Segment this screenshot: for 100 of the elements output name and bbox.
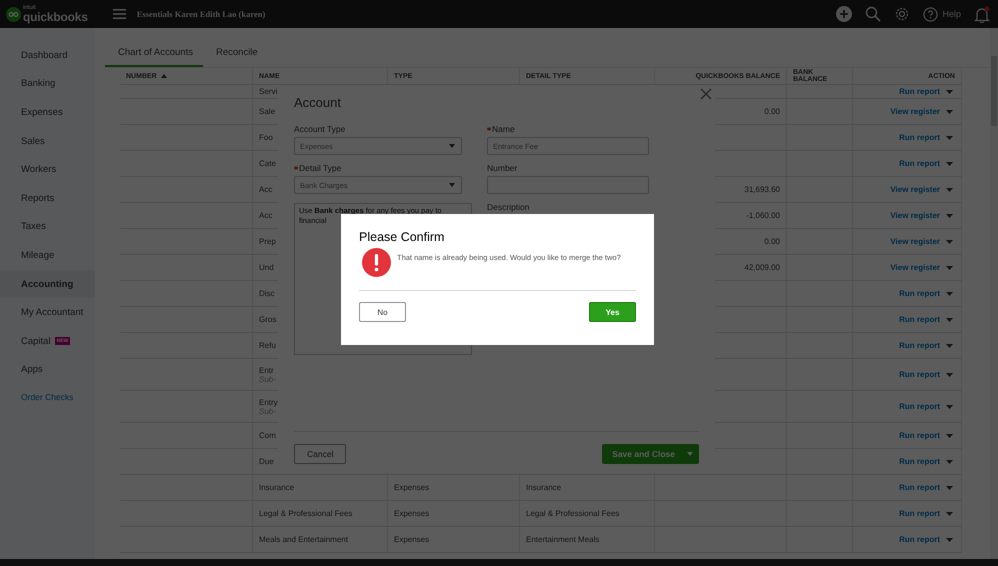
table-cell: Entr bbox=[259, 366, 274, 374]
table-cell: Und bbox=[259, 263, 274, 272]
tab[interactable]: Reconcile bbox=[202, 47, 268, 67]
table-cell: Legal & Professional Fees bbox=[259, 509, 352, 518]
action-link[interactable]: Run report bbox=[899, 289, 940, 298]
caret-icon[interactable] bbox=[946, 538, 953, 542]
table-cell: Expenses bbox=[394, 535, 430, 544]
action-link[interactable]: Run report bbox=[899, 431, 940, 440]
menu-icon[interactable] bbox=[112, 9, 126, 19]
caret-icon[interactable] bbox=[946, 136, 953, 140]
table-cell: 42,009.00 bbox=[744, 263, 780, 272]
caret-icon[interactable] bbox=[946, 460, 953, 464]
action-link[interactable]: Run report bbox=[899, 133, 940, 142]
caret-icon[interactable] bbox=[946, 188, 953, 192]
action-link[interactable]: View register bbox=[890, 263, 940, 272]
table-cell: Entry bbox=[259, 398, 278, 406]
modal-title: Account bbox=[294, 95, 342, 110]
caret-icon[interactable] bbox=[946, 372, 953, 376]
help-icon[interactable] bbox=[923, 6, 938, 22]
no-button[interactable]: No bbox=[359, 302, 406, 322]
table-cell: Meals and Entertainment bbox=[259, 535, 348, 544]
caret-icon[interactable] bbox=[946, 434, 953, 438]
sidebar-item[interactable]: Banking bbox=[0, 70, 95, 98]
search-icon[interactable] bbox=[865, 6, 882, 22]
caret-icon[interactable] bbox=[946, 512, 953, 516]
caret-icon[interactable] bbox=[946, 266, 953, 270]
table-cell: Refu bbox=[259, 341, 276, 350]
table-cell: Acc bbox=[259, 211, 272, 220]
field-label: Detail Type bbox=[299, 163, 342, 173]
table-cell: Gros bbox=[259, 315, 276, 324]
action-link[interactable]: View register bbox=[890, 211, 940, 220]
sidebar-item[interactable]: Accounting bbox=[0, 270, 95, 298]
yes-button[interactable]: Yes bbox=[589, 302, 636, 322]
caret-icon[interactable] bbox=[946, 344, 953, 348]
caret-icon[interactable] bbox=[687, 452, 693, 456]
caret-icon[interactable] bbox=[946, 90, 953, 94]
table-cell: 0.00 bbox=[764, 237, 780, 246]
save-and-close-button[interactable]: Save and Close bbox=[602, 444, 699, 464]
table-cell: Insurance bbox=[526, 483, 562, 492]
action-link[interactable]: Run report bbox=[899, 457, 940, 466]
table-cell: Foo bbox=[259, 133, 273, 142]
action-link[interactable]: Run report bbox=[899, 315, 940, 324]
cancel-button[interactable]: Cancel bbox=[294, 444, 346, 464]
table-cell: Disc bbox=[259, 289, 275, 298]
table-cell: 0.00 bbox=[764, 107, 780, 116]
field-label: Description bbox=[487, 202, 530, 212]
field-label: Account Type bbox=[294, 124, 346, 134]
table-cell: Legal & Professional Fees bbox=[526, 509, 620, 518]
action-link[interactable]: Run report bbox=[899, 535, 940, 544]
close-icon[interactable] bbox=[700, 88, 712, 100]
sidebar-item[interactable]: Reports bbox=[0, 184, 95, 213]
sidebar-item[interactable]: Apps bbox=[0, 356, 95, 384]
warning-icon bbox=[362, 248, 391, 277]
sidebar-item[interactable]: Mileage bbox=[0, 241, 95, 270]
sidebar-item[interactable]: Sales bbox=[0, 126, 95, 156]
action-link[interactable]: Run report bbox=[899, 159, 940, 168]
tab[interactable]: Chart of Accounts bbox=[105, 47, 203, 67]
sidebar-item[interactable]: Taxes bbox=[0, 212, 95, 242]
settings-icon[interactable] bbox=[894, 6, 910, 22]
caret-icon[interactable] bbox=[946, 214, 953, 218]
caret-icon[interactable] bbox=[946, 240, 953, 244]
table-cell: Acc bbox=[259, 185, 272, 194]
sidebar-link[interactable]: Order Checks bbox=[0, 384, 95, 410]
caret-icon[interactable] bbox=[946, 110, 953, 114]
action-link[interactable]: Run report bbox=[899, 509, 940, 518]
sidebar-item[interactable]: Workers bbox=[0, 155, 95, 184]
caret-icon[interactable] bbox=[946, 292, 953, 296]
table-cell: Expenses bbox=[394, 483, 430, 492]
sidebar-item[interactable]: Dashboard bbox=[0, 41, 95, 70]
table-cell: Servi bbox=[259, 87, 278, 96]
field-label: Number bbox=[487, 163, 518, 173]
caret-icon[interactable] bbox=[946, 486, 953, 490]
table-cell: -1,060.00 bbox=[746, 211, 780, 220]
caret-icon[interactable] bbox=[946, 162, 953, 166]
caret-icon bbox=[449, 144, 455, 148]
bell-icon[interactable] bbox=[974, 6, 990, 22]
scrollbar[interactable] bbox=[990, 28, 998, 559]
action-link[interactable]: Run report bbox=[899, 402, 940, 411]
table-cell: Cate bbox=[259, 159, 276, 168]
help-link[interactable]: Help bbox=[942, 8, 961, 20]
table-cell: Expenses bbox=[394, 509, 430, 518]
action-link[interactable]: View register bbox=[890, 185, 940, 194]
action-link[interactable]: Run report bbox=[899, 341, 940, 350]
table-cell: Com bbox=[259, 431, 276, 440]
sidebar-item[interactable]: Expenses bbox=[0, 98, 95, 127]
add-icon[interactable] bbox=[836, 6, 852, 22]
action-link[interactable]: View register bbox=[890, 107, 940, 116]
table-cell: 31,693.60 bbox=[744, 185, 780, 194]
caret-icon[interactable] bbox=[946, 318, 953, 322]
table-cell: Sale bbox=[259, 107, 276, 116]
sidebar-item[interactable]: My Accountant bbox=[0, 298, 95, 327]
action-link[interactable]: Run report bbox=[899, 370, 940, 379]
company-name: Essentials Karen Edith Lao (karen) bbox=[136, 9, 266, 19]
action-link[interactable]: Run report bbox=[899, 483, 940, 492]
action-link[interactable]: Run report bbox=[899, 87, 940, 96]
input-field[interactable] bbox=[487, 176, 649, 194]
action-link[interactable]: View register bbox=[890, 237, 940, 246]
logo-icon bbox=[6, 6, 21, 22]
caret-icon[interactable] bbox=[946, 404, 953, 408]
field-label: Name bbox=[492, 124, 515, 134]
